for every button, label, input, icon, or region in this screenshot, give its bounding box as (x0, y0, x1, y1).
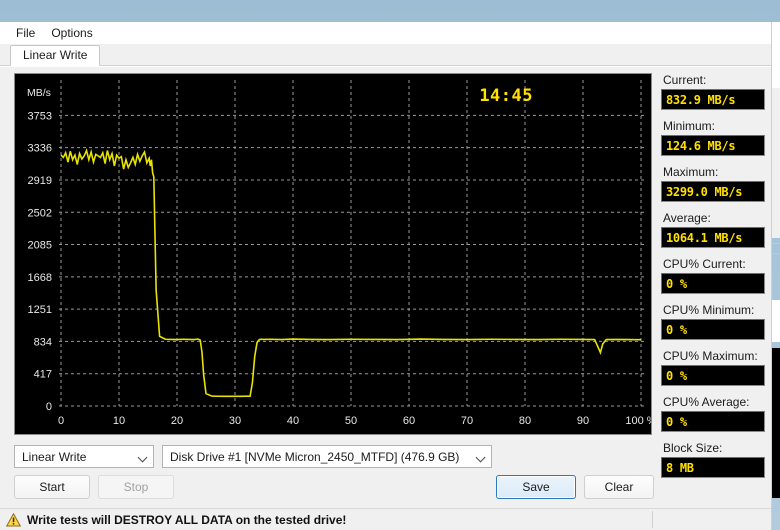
bg-panel-top (772, 22, 780, 88)
x-axis-labels: 0 10 20 30 40 50 60 70 80 90 100 % (58, 415, 651, 427)
stat-block-0: Current: 832.9 MB/s (661, 73, 765, 110)
y-axis-unit-label: MB/s (27, 87, 51, 99)
statistics-list: Current: 832.9 MB/s Minimum: 124.6 MB/s Maxi… (661, 73, 765, 478)
warning-triangle-icon (6, 512, 21, 526)
x-axis-tick-label: 80 (519, 415, 531, 427)
stat-block-6: CPU% Maximum: 0 % (661, 349, 765, 386)
warning-text: Write tests will DESTROY ALL DATA on the… (27, 512, 347, 527)
selector-row: Linear Write Disk Drive #1 [NVMe Micron_… (14, 445, 654, 468)
stat-label: Minimum: (663, 119, 716, 133)
x-axis-tick-label: 30 (229, 415, 241, 427)
application-window: File Options Linear Write 0 417 834 1251 166… (0, 22, 772, 530)
y-axis-tick-label: 3336 (28, 143, 52, 155)
x-axis-tick-label: 70 (461, 415, 473, 427)
y-axis-tick-label: 2502 (28, 207, 52, 219)
performance-graph: 0 417 834 1251 1668 2085 2502 2919 3336 3753 0 10 2… (27, 80, 651, 427)
stat-value: 3299.0 MB/s (661, 181, 765, 202)
elapsed-timer: 14:45 (479, 86, 533, 106)
x-axis-tick-label: 50 (345, 415, 357, 427)
stat-value: 0 % (661, 273, 765, 294)
bg-divider-1 (772, 243, 780, 244)
y-axis-tick-label: 0 (46, 401, 52, 413)
stat-value: 0 % (661, 411, 765, 432)
stat-block-8: Block Size: 8 MB (661, 441, 765, 478)
stat-label: CPU% Maximum: (663, 349, 758, 363)
test-mode-value: Linear Write (22, 449, 87, 464)
content-area: 0 417 834 1251 1668 2085 2502 2919 3336 3753 0 10 2… (0, 66, 771, 530)
bg-panel-mid (772, 300, 780, 342)
drive-value: Disk Drive #1 [NVMe Micron_2450_MTFD] (4… (170, 449, 460, 464)
status-separator (652, 511, 653, 528)
y-axis-tick-label: 3753 (28, 110, 52, 122)
stat-value: 0 % (661, 365, 765, 386)
menu-item-file[interactable]: File (8, 24, 43, 42)
y-axis-tick-label: 1668 (28, 272, 52, 284)
stat-label: CPU% Average: (663, 395, 750, 409)
y-axis-labels: 0 417 834 1251 1668 2085 2502 2919 3336 3753 (28, 110, 52, 413)
graph-panel: 0 417 834 1251 1668 2085 2502 2919 3336 3753 0 10 2… (14, 73, 652, 435)
chevron-down-icon (137, 451, 149, 463)
stat-value: 124.6 MB/s (661, 135, 765, 156)
stat-block-3: Average: 1064.1 MB/s (661, 211, 765, 248)
x-axis-tick-label: 100 % (625, 415, 651, 427)
chevron-down-icon (475, 451, 487, 463)
stat-label: CPU% Current: (663, 257, 746, 271)
bg-divider-2 (772, 253, 780, 254)
x-axis-tick-label: 90 (577, 415, 589, 427)
x-axis-tick-label: 0 (58, 415, 64, 427)
x-axis-tick-label: 10 (113, 415, 125, 427)
stat-block-1: Minimum: 124.6 MB/s (661, 119, 765, 156)
stat-block-7: CPU% Average: 0 % (661, 395, 765, 432)
stat-label: Average: (663, 211, 711, 225)
stat-value: 0 % (661, 319, 765, 340)
y-axis-tick-label: 834 (34, 336, 52, 348)
y-axis-tick-label: 1251 (28, 304, 52, 316)
save-button[interactable]: Save (496, 475, 576, 499)
stat-label: Maximum: (663, 165, 719, 179)
left-pane: 0 417 834 1251 1668 2085 2502 2919 3336 3753 0 10 2… (0, 67, 655, 530)
bg-black-region (772, 348, 780, 498)
warning-status-bar: Write tests will DESTROY ALL DATA on the… (0, 508, 771, 530)
y-axis-tick-label: 417 (34, 369, 52, 381)
stat-block-5: CPU% Minimum: 0 % (661, 303, 765, 340)
clear-button[interactable]: Clear (584, 475, 654, 499)
stat-value: 1064.1 MB/s (661, 227, 765, 248)
button-row: Start Stop Save Clear (14, 475, 654, 499)
stat-label: Current: (663, 73, 707, 87)
stat-block-4: CPU% Current: 0 % (661, 257, 765, 294)
stop-button: Stop (98, 475, 174, 499)
controls-area: Linear Write Disk Drive #1 [NVMe Micron_… (14, 445, 654, 499)
menu-bar: File Options (0, 22, 771, 44)
start-button[interactable]: Start (14, 475, 90, 499)
stat-value: 8 MB (661, 457, 765, 478)
drive-dropdown[interactable]: Disk Drive #1 [NVMe Micron_2450_MTFD] (4… (162, 445, 492, 468)
stat-value: 832.9 MB/s (661, 89, 765, 110)
test-mode-dropdown[interactable]: Linear Write (14, 445, 154, 468)
x-axis-tick-label: 40 (287, 415, 299, 427)
menu-item-options[interactable]: Options (43, 24, 100, 42)
x-axis-tick-label: 20 (171, 415, 183, 427)
statistics-pane: Current: 832.9 MB/s Minimum: 124.6 MB/s Maxi… (655, 67, 771, 530)
bg-strip-upper (772, 88, 780, 238)
stat-label: CPU% Minimum: (663, 303, 755, 317)
y-axis-tick-label: 2919 (28, 175, 52, 187)
stat-label: Block Size: (663, 441, 723, 455)
tab-linear-write[interactable]: Linear Write (10, 45, 101, 66)
gridlines (59, 80, 645, 407)
tab-strip: Linear Write (0, 44, 771, 66)
x-axis-tick-label: 60 (403, 415, 415, 427)
stat-block-2: Maximum: 3299.0 MB/s (661, 165, 765, 202)
y-axis-tick-label: 2085 (28, 240, 52, 252)
